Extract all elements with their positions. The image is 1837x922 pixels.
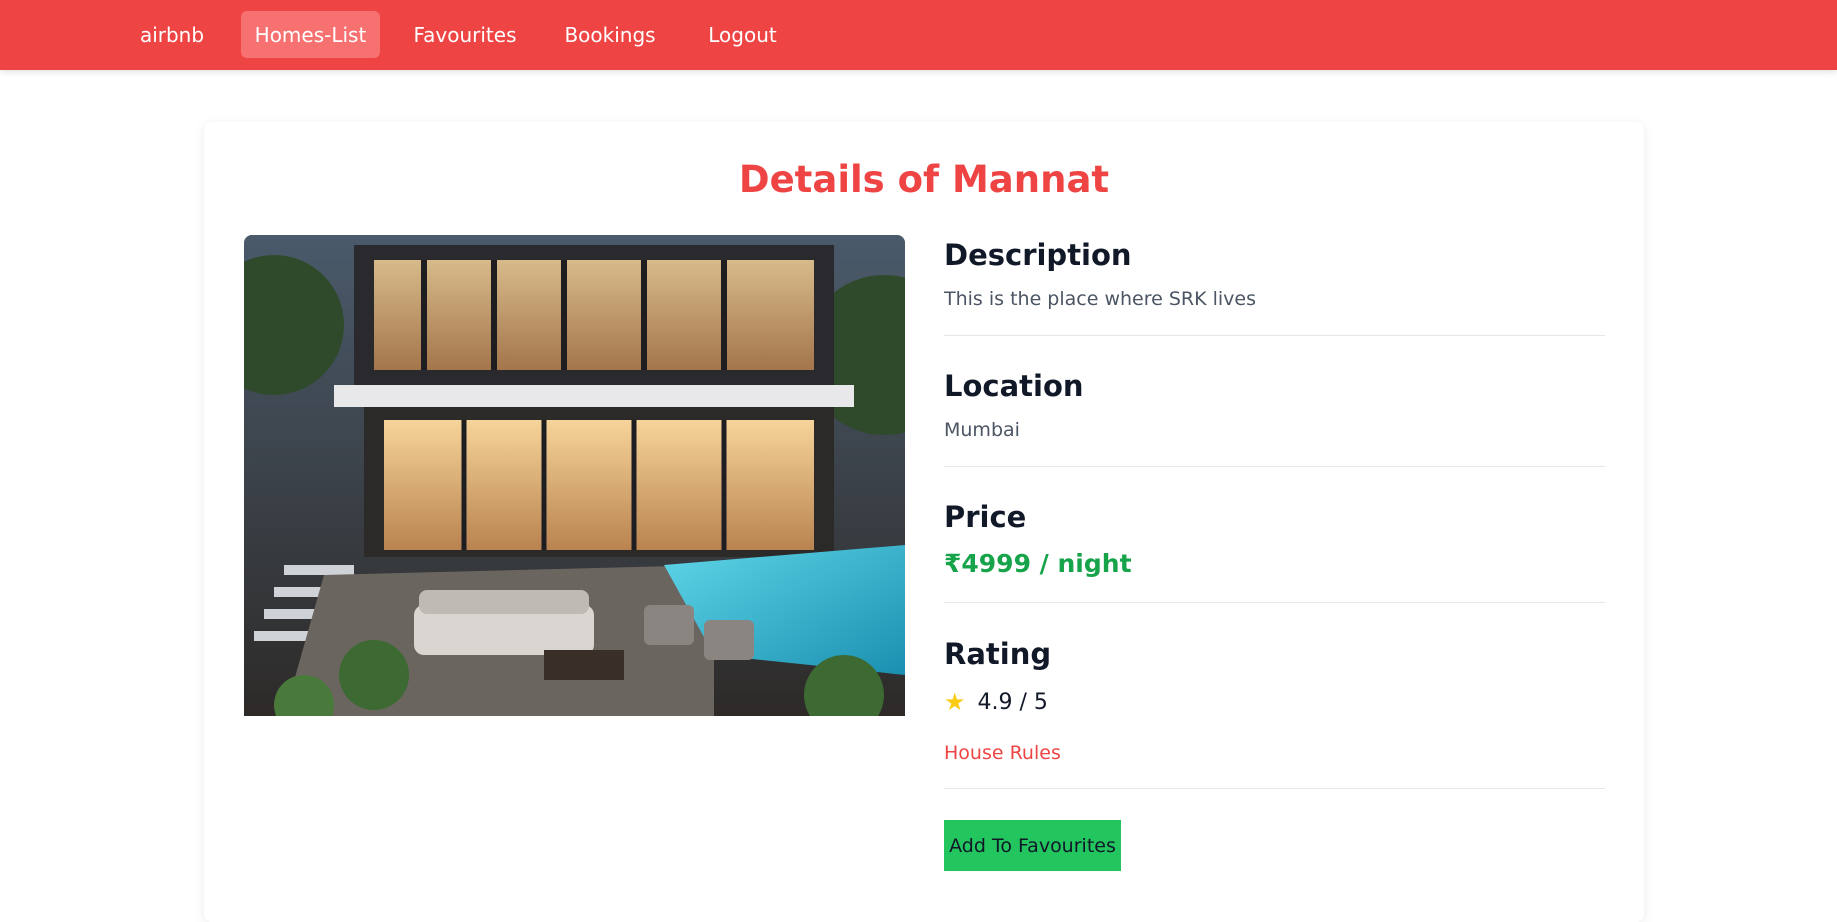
- divider: [944, 602, 1605, 603]
- navbar: airbnb Homes-List Favourites Bookings Lo…: [0, 0, 1837, 70]
- location-heading: Location: [944, 369, 1084, 403]
- home-details-card: Details of Mannat Description This is th…: [204, 122, 1644, 922]
- divider: [944, 335, 1605, 336]
- rating-row: ★ 4.9 / 5: [944, 688, 1048, 716]
- nav-brand-link[interactable]: airbnb: [128, 11, 216, 58]
- description-heading: Description: [944, 238, 1132, 272]
- description-text: This is the place where SRK lives: [944, 288, 1257, 310]
- nav-item-bookings[interactable]: Bookings: [550, 11, 670, 58]
- divider: [944, 466, 1605, 467]
- nav-item-favourites[interactable]: Favourites: [405, 11, 525, 58]
- price-value: ₹4999 / night: [944, 549, 1132, 578]
- add-to-favourites-button[interactable]: Add To Favourites: [944, 820, 1121, 871]
- rating-value: 4.9 / 5: [977, 689, 1048, 715]
- location-text: Mumbai: [944, 419, 1020, 441]
- price-heading: Price: [944, 500, 1027, 534]
- house-rules-link[interactable]: House Rules: [944, 742, 1061, 764]
- rating-heading: Rating: [944, 637, 1052, 671]
- home-photo: [244, 235, 905, 716]
- star-icon: ★: [944, 688, 966, 716]
- page-title: Details of Mannat: [738, 158, 1110, 201]
- nav-item-logout[interactable]: Logout: [694, 11, 791, 58]
- nav-item-homes-list[interactable]: Homes-List: [241, 11, 380, 58]
- home-photo-illustration: [244, 235, 905, 716]
- divider: [944, 788, 1605, 789]
